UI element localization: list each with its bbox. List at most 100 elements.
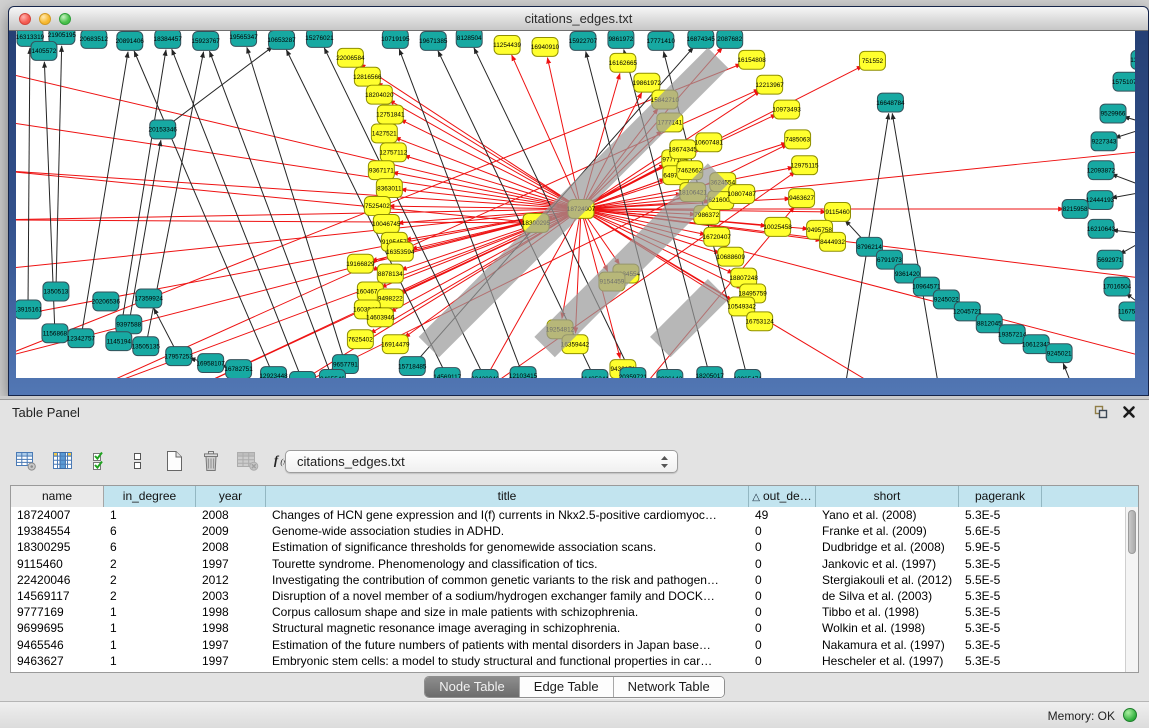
table-cell: 14569117 — [11, 588, 104, 604]
column-header-filler — [1042, 486, 1138, 507]
column-header-out_de[interactable]: △out_de… — [749, 486, 816, 507]
table-cell: Corpus callosum shape and size in male p… — [266, 604, 749, 620]
column-header-pagerank[interactable]: pagerank — [959, 486, 1042, 507]
table-cell: 0 — [749, 556, 816, 572]
graph-node-label: 11435241 — [581, 376, 609, 378]
table-cell: Stergiakouli et al. (2012) — [816, 572, 959, 588]
table-cell: Estimation of the future numbers of pati… — [266, 637, 749, 653]
network-window: citations_edges.txt 16313319219051952068… — [8, 6, 1149, 396]
column-header-name[interactable]: name — [11, 486, 104, 507]
table-panel-header: Table Panel — [0, 400, 1149, 426]
table-tabbar: Node TableEdge TableNetwork Table — [0, 676, 1149, 698]
tab-network-table[interactable]: Network Table — [614, 677, 724, 697]
table-cell: Estimation of significance thresholds fo… — [266, 539, 749, 555]
trash-icon — [200, 449, 222, 473]
table-cell: Investigating the contribution of common… — [266, 572, 749, 588]
table-selector-value: citations_edges.txt — [297, 454, 405, 469]
svg-text:f: f — [274, 453, 280, 468]
float-panel-icon[interactable] — [1093, 404, 1109, 420]
table-cell: 9463627 — [11, 653, 104, 669]
network-window-titlebar[interactable]: citations_edges.txt — [9, 7, 1148, 31]
table-row[interactable]: 946554611997Estimation of the future num… — [11, 637, 1125, 653]
table-cell: 2003 — [196, 588, 266, 604]
table-cell: Nakamura et al. (1997) — [816, 637, 959, 653]
table-cell: 1 — [104, 620, 196, 636]
table-cell: 2008 — [196, 507, 266, 523]
network-canvas[interactable]: 1631331921905195206835121405572208914061… — [16, 31, 1135, 378]
table-cell: 18300295 — [11, 539, 104, 555]
table-row[interactable]: 1938455462009Genome-wide association stu… — [11, 523, 1125, 539]
table-cell: 6 — [104, 523, 196, 539]
table-cell: 0 — [749, 653, 816, 669]
table-row[interactable]: 969969511998Structural magnetic resonanc… — [11, 620, 1125, 636]
table-cell: de Silva et al. (2003) — [816, 588, 959, 604]
column-header-short[interactable]: short — [816, 486, 959, 507]
table-cell: Embryonic stem cells: a model to study s… — [266, 653, 749, 669]
table-cell: 5.3E-5 — [959, 637, 1042, 653]
table-row[interactable]: 1456911722003Disruption of a novel membe… — [11, 588, 1125, 604]
delete-column-button[interactable] — [199, 449, 223, 473]
show-columns-button[interactable] — [51, 449, 75, 473]
table-cell: Genome-wide association studies in ADHD. — [266, 523, 749, 539]
delete-table-button[interactable] — [236, 449, 260, 473]
table-cell: 0 — [749, 637, 816, 653]
table-cell: 1997 — [196, 556, 266, 572]
table-cell: 5.3E-5 — [959, 653, 1042, 669]
table-cell: 22420046 — [11, 572, 104, 588]
table-row[interactable]: 946362711997Embryonic stem cells: a mode… — [11, 653, 1125, 669]
table-row[interactable]: 1830029562008Estimation of significance … — [11, 539, 1125, 555]
table-cell: Disruption of a novel member of a sodium… — [266, 588, 749, 604]
canvas-resize-grip[interactable] — [16, 31, 1133, 376]
select-columns-button[interactable] — [88, 449, 112, 473]
table-row[interactable]: 2242004622012Investigating the contribut… — [11, 572, 1125, 588]
table-cell: 49 — [749, 507, 816, 523]
new-document-icon — [163, 449, 185, 473]
memory-status-label: Memory: OK — [1048, 709, 1115, 723]
column-header-title[interactable]: title — [266, 486, 749, 507]
tab-edge-table[interactable]: Edge Table — [520, 677, 614, 697]
memory-status-indicator[interactable] — [1123, 708, 1137, 722]
column-header-year[interactable]: year — [196, 486, 266, 507]
table-cell: Changes of HCN gene expression and I(f) … — [266, 507, 749, 523]
table-scrollbar[interactable] — [1125, 507, 1138, 672]
new-column-button[interactable] — [162, 449, 186, 473]
table-cell: 0 — [749, 539, 816, 555]
table-cell: 0 — [749, 523, 816, 539]
table-cell: 2012 — [196, 572, 266, 588]
close-panel-icon[interactable] — [1121, 404, 1137, 420]
table-cell: Tibbo et al. (1998) — [816, 604, 959, 620]
table-cell: 2 — [104, 588, 196, 604]
table-cell: 2008 — [196, 539, 266, 555]
table-cell: 5.3E-5 — [959, 604, 1042, 620]
row-options-icon — [129, 450, 145, 472]
tab-node-table[interactable]: Node Table — [425, 677, 520, 697]
table-scrollbar-thumb[interactable] — [1128, 510, 1136, 554]
graph-node-label: 9465546 — [320, 376, 345, 378]
table-panel: Table Panel — [0, 399, 1149, 727]
table-cell: 1 — [104, 604, 196, 620]
table-cell: 0 — [749, 572, 816, 588]
table-row[interactable]: 977716911998Corpus callosum shape and si… — [11, 604, 1125, 620]
column-header-in_degree[interactable]: in_degree — [104, 486, 196, 507]
window-title: citations_edges.txt — [9, 11, 1148, 26]
table-cell: Structural magnetic resonance image aver… — [266, 620, 749, 636]
table-cell: 6 — [104, 539, 196, 555]
application-desktop: { "window": { "title": "citations_edges.… — [0, 0, 1149, 727]
table-cell: Tourette syndrome. Phenomenology and cla… — [266, 556, 749, 572]
table-cell: Hescheler et al. (1997) — [816, 653, 959, 669]
row-options-button[interactable] — [125, 449, 149, 473]
table-cell: 9115460 — [11, 556, 104, 572]
table-row[interactable]: 911546021997Tourette syndrome. Phenomeno… — [11, 556, 1125, 572]
table-cell: 0 — [749, 604, 816, 620]
table-cell: 9699695 — [11, 620, 104, 636]
table-body: 1872400712008Changes of HCN gene express… — [11, 507, 1125, 672]
combo-arrows-icon — [660, 454, 669, 470]
table-cell: 2009 — [196, 523, 266, 539]
table-cell: 0 — [749, 588, 816, 604]
table-settings-button[interactable] — [14, 449, 38, 473]
table-toolbar: f (x) — [14, 444, 297, 478]
table-cell: 5.6E-5 — [959, 523, 1042, 539]
table-row[interactable]: 1872400712008Changes of HCN gene express… — [11, 507, 1125, 523]
table-cell: 1998 — [196, 604, 266, 620]
table-selector[interactable]: citations_edges.txt — [285, 450, 678, 473]
